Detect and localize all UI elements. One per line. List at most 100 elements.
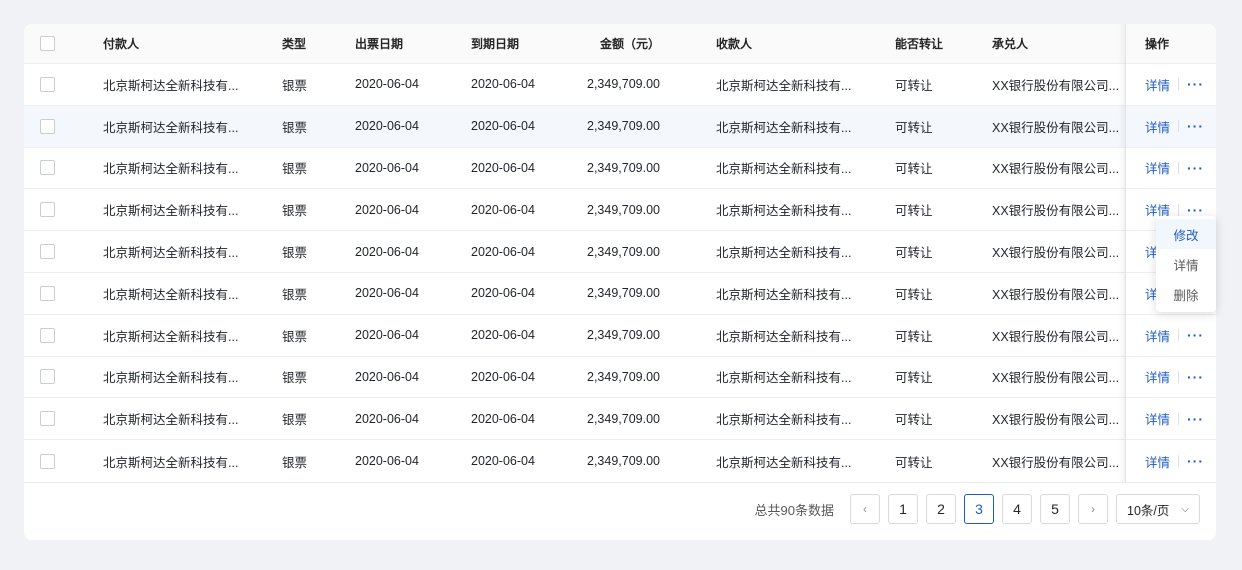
more-icon[interactable]: ··· [1187,328,1204,342]
table-row[interactable]: 北京斯柯达全新科技有... 银票 2020-06-04 2020-06-04 2,349… [24,147,1216,190]
row-select-cell[interactable] [40,64,56,105]
detail-link[interactable]: 详情 [1145,452,1170,471]
ops-divider [1178,120,1180,133]
cell-acceptor: XX银行股份有限公司... [992,329,1120,344]
bill-table-card: 付款人 类型 出票日期 到期日期 金额（元） 收款人 能否转让 承兑人 操作 北… [24,24,1216,540]
cell-ops: 详情 ··· [1125,356,1216,398]
header-due-date: 到期日期 [471,37,520,51]
dropdown-item[interactable]: 详情 [1156,249,1216,279]
cell-amount: 2,349,709.00 [587,328,660,343]
cell-due-date: 2020-06-04 [471,286,535,301]
select-all-checkbox[interactable] [40,36,55,51]
row-checkbox[interactable] [40,76,55,92]
cell-issue-date: 2020-06-04 [355,77,419,92]
cell-amount: 2,349,709.00 [587,160,660,175]
more-icon[interactable]: ··· [1187,77,1204,91]
cell-payee: 北京斯柯达全新科技有... [716,120,852,135]
cell-due-date: 2020-06-04 [471,119,535,134]
header-payer: 付款人 [103,37,140,51]
more-icon[interactable]: ··· [1187,370,1204,384]
pagination: 总共90条数据 ‹ 12345 › 10条/页 ⌵ [755,493,1200,525]
more-icon[interactable]: ··· [1187,454,1204,468]
cell-payee: 北京斯柯达全新科技有... [716,246,852,261]
page-button[interactable]: 2 [926,494,956,524]
page-button[interactable]: 5 [1040,494,1070,524]
detail-link[interactable]: 详情 [1145,158,1170,177]
table-row[interactable]: 北京斯柯达全新科技有... 银票 2020-06-04 2020-06-04 2,349… [24,189,1216,232]
row-checkbox[interactable] [40,160,55,176]
cell-type: 银票 [282,246,308,261]
chevron-left-icon[interactable]: ‹ [850,494,880,524]
cell-due-date: 2020-06-04 [471,77,535,92]
detail-link[interactable]: 详情 [1145,367,1170,386]
row-select-cell[interactable] [40,315,56,356]
dropdown-item[interactable]: 修改 [1156,219,1216,249]
page-button[interactable]: 3 [964,494,994,524]
row-select-cell[interactable] [40,231,56,272]
bill-table: 付款人 类型 出票日期 到期日期 金额（元） 收款人 能否转让 承兑人 操作 北… [24,24,1216,483]
cell-payer: 北京斯柯达全新科技有... [103,204,239,219]
row-checkbox[interactable] [40,118,55,134]
detail-link[interactable]: 详情 [1145,75,1170,94]
table-row[interactable]: 北京斯柯达全新科技有... 银票 2020-06-04 2020-06-04 2,349… [24,398,1216,441]
ops-divider [1178,455,1180,468]
cell-amount: 2,349,709.00 [587,286,660,301]
cell-transferable: 可转让 [895,162,933,177]
row-checkbox[interactable] [40,285,55,301]
row-checkbox[interactable] [40,369,55,385]
cell-payee: 北京斯柯达全新科技有... [716,204,852,219]
ops-divider [1178,203,1180,216]
more-icon[interactable]: ··· [1187,119,1204,133]
table-row[interactable]: 北京斯柯达全新科技有... 银票 2020-06-04 2020-06-04 2,349… [24,440,1216,482]
dropdown-item[interactable]: 删除 [1156,279,1216,309]
page-button[interactable]: 4 [1002,494,1032,524]
detail-link[interactable]: 详情 [1145,409,1170,428]
table-row[interactable]: 北京斯柯达全新科技有... 银票 2020-06-04 2020-06-04 2,349… [24,64,1216,106]
row-select-cell[interactable] [40,189,56,230]
cell-type: 银票 [282,287,308,302]
row-select-cell[interactable] [40,106,56,147]
row-select-cell[interactable] [40,398,56,439]
row-select-cell[interactable] [40,273,56,314]
table-row[interactable]: 北京斯柯达全新科技有... 银票 2020-06-04 2020-06-04 2,349… [24,314,1216,357]
table-row[interactable]: 北京斯柯达全新科技有... 银票 2020-06-04 2020-06-04 2,349… [24,356,1216,399]
table-row[interactable]: 北京斯柯达全新科技有... 银票 2020-06-04 2020-06-04 2,349… [24,272,1216,315]
more-icon[interactable]: ··· [1187,203,1204,217]
cell-issue-date: 2020-06-04 [355,160,419,175]
cell-type: 银票 [282,162,308,177]
header-ops: 操作 [1125,24,1216,63]
more-icon[interactable]: ··· [1187,161,1204,175]
cell-type: 银票 [282,413,308,428]
page-number-list: 12345 [880,494,1070,524]
page-size-select[interactable]: 10条/页 ⌵ [1116,494,1200,524]
row-checkbox[interactable] [40,411,55,427]
chevron-right-icon[interactable]: › [1078,494,1108,524]
row-checkbox[interactable] [40,244,55,260]
cell-due-date: 2020-06-04 [471,411,535,426]
cell-issue-date: 2020-06-04 [355,369,419,384]
detail-link[interactable]: 详情 [1145,117,1170,136]
cell-payer: 北京斯柯达全新科技有... [103,329,239,344]
cell-issue-date: 2020-06-04 [355,202,419,217]
row-select-cell[interactable] [40,357,56,398]
detail-link[interactable]: 详情 [1145,326,1170,345]
row-select-cell[interactable] [40,440,56,482]
table-row[interactable]: 北京斯柯达全新科技有... 银票 2020-06-04 2020-06-04 2,349… [24,231,1216,273]
table-row[interactable]: 北京斯柯达全新科技有... 银票 2020-06-04 2020-06-04 2,349… [24,105,1216,148]
cell-issue-date: 2020-06-04 [355,244,419,259]
cell-acceptor: XX银行股份有限公司... [992,371,1120,386]
cell-acceptor: XX银行股份有限公司... [992,246,1120,261]
row-checkbox[interactable] [40,327,55,343]
row-select-cell[interactable] [40,148,56,189]
more-icon[interactable]: ··· [1187,412,1204,426]
row-checkbox[interactable] [40,202,55,218]
row-checkbox[interactable] [40,453,55,469]
cell-amount: 2,349,709.00 [587,77,660,92]
select-all-cell[interactable] [40,24,56,63]
cell-payer: 北京斯柯达全新科技有... [103,246,239,261]
cell-payee: 北京斯柯达全新科技有... [716,162,852,177]
cell-ops: 详情 ··· [1125,147,1216,189]
cell-payee: 北京斯柯达全新科技有... [716,371,852,386]
page-button[interactable]: 1 [888,494,918,524]
cell-ops: 详情 ··· [1125,64,1216,105]
